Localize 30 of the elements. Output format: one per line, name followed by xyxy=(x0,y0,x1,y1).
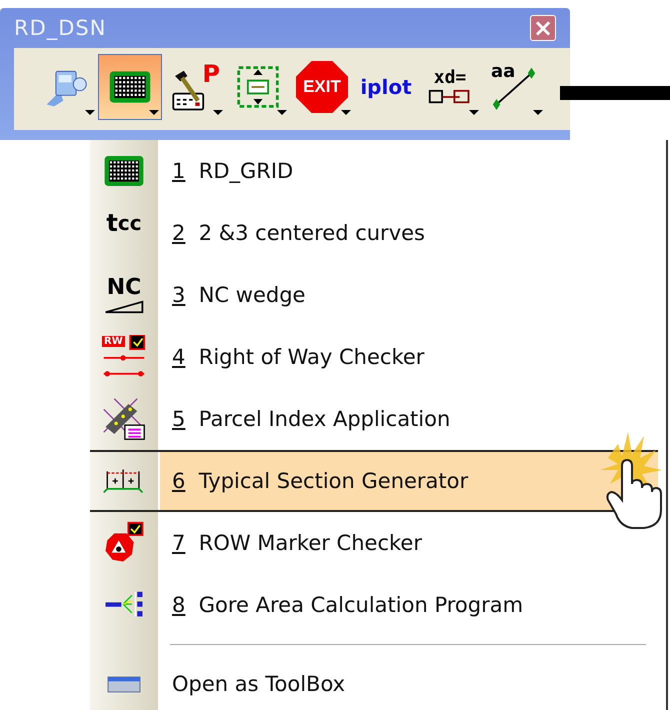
toolbar-button[interactable]: EXIT xyxy=(290,54,354,120)
menu-item[interactable]: 1 RD_GRID xyxy=(90,140,666,202)
menu-item-label: 7 ROW Marker Checker xyxy=(172,531,422,555)
menu-item[interactable]: 8 Gore Area Calculation Program xyxy=(90,574,666,636)
menu-item-label: 2 2 &3 centered curves xyxy=(172,221,425,245)
menu-item-label: Open as ToolBox xyxy=(172,672,346,696)
menu-item[interactable]: RW 4 Right of Way Checker xyxy=(90,326,666,388)
toolbar-button[interactable] xyxy=(98,54,162,120)
menu-item[interactable]: 6 Typical Section Generator xyxy=(90,450,658,512)
menu-item-label: 5 Parcel Index Application xyxy=(172,407,450,431)
resize-frame-icon xyxy=(235,64,281,110)
toolbar-button[interactable]: aa xyxy=(482,54,546,120)
parcel-map-icon xyxy=(102,397,146,441)
toolbox-icon xyxy=(107,676,141,692)
window-title: RD_DSN xyxy=(14,16,106,40)
menu-item-label: 6 Typical Section Generator xyxy=(172,469,468,493)
iplot-label: iplot xyxy=(360,75,412,99)
toolbar-button[interactable]: xd= xyxy=(418,54,482,120)
menu-item-label: 3 NC wedge xyxy=(172,283,306,307)
menu-item-label: 1 RD_GRID xyxy=(172,159,294,183)
menu-item-label: 4 Right of Way Checker xyxy=(172,345,424,369)
menu-item[interactable]: 5 Parcel Index Application xyxy=(90,388,666,450)
exit-sign-icon: EXIT xyxy=(296,61,348,113)
menu-item[interactable]: Open as ToolBox xyxy=(90,653,666,710)
toolbar-button[interactable]: P xyxy=(162,54,226,120)
toolbar-button[interactable]: iplot xyxy=(354,54,418,120)
menu-item[interactable]: 7 ROW Marker Checker xyxy=(90,512,666,574)
menu-item[interactable]: NC 3 NC wedge xyxy=(90,264,666,326)
menu-item-label: 8 Gore Area Calculation Program xyxy=(172,593,524,617)
close-button[interactable]: × xyxy=(530,15,556,41)
